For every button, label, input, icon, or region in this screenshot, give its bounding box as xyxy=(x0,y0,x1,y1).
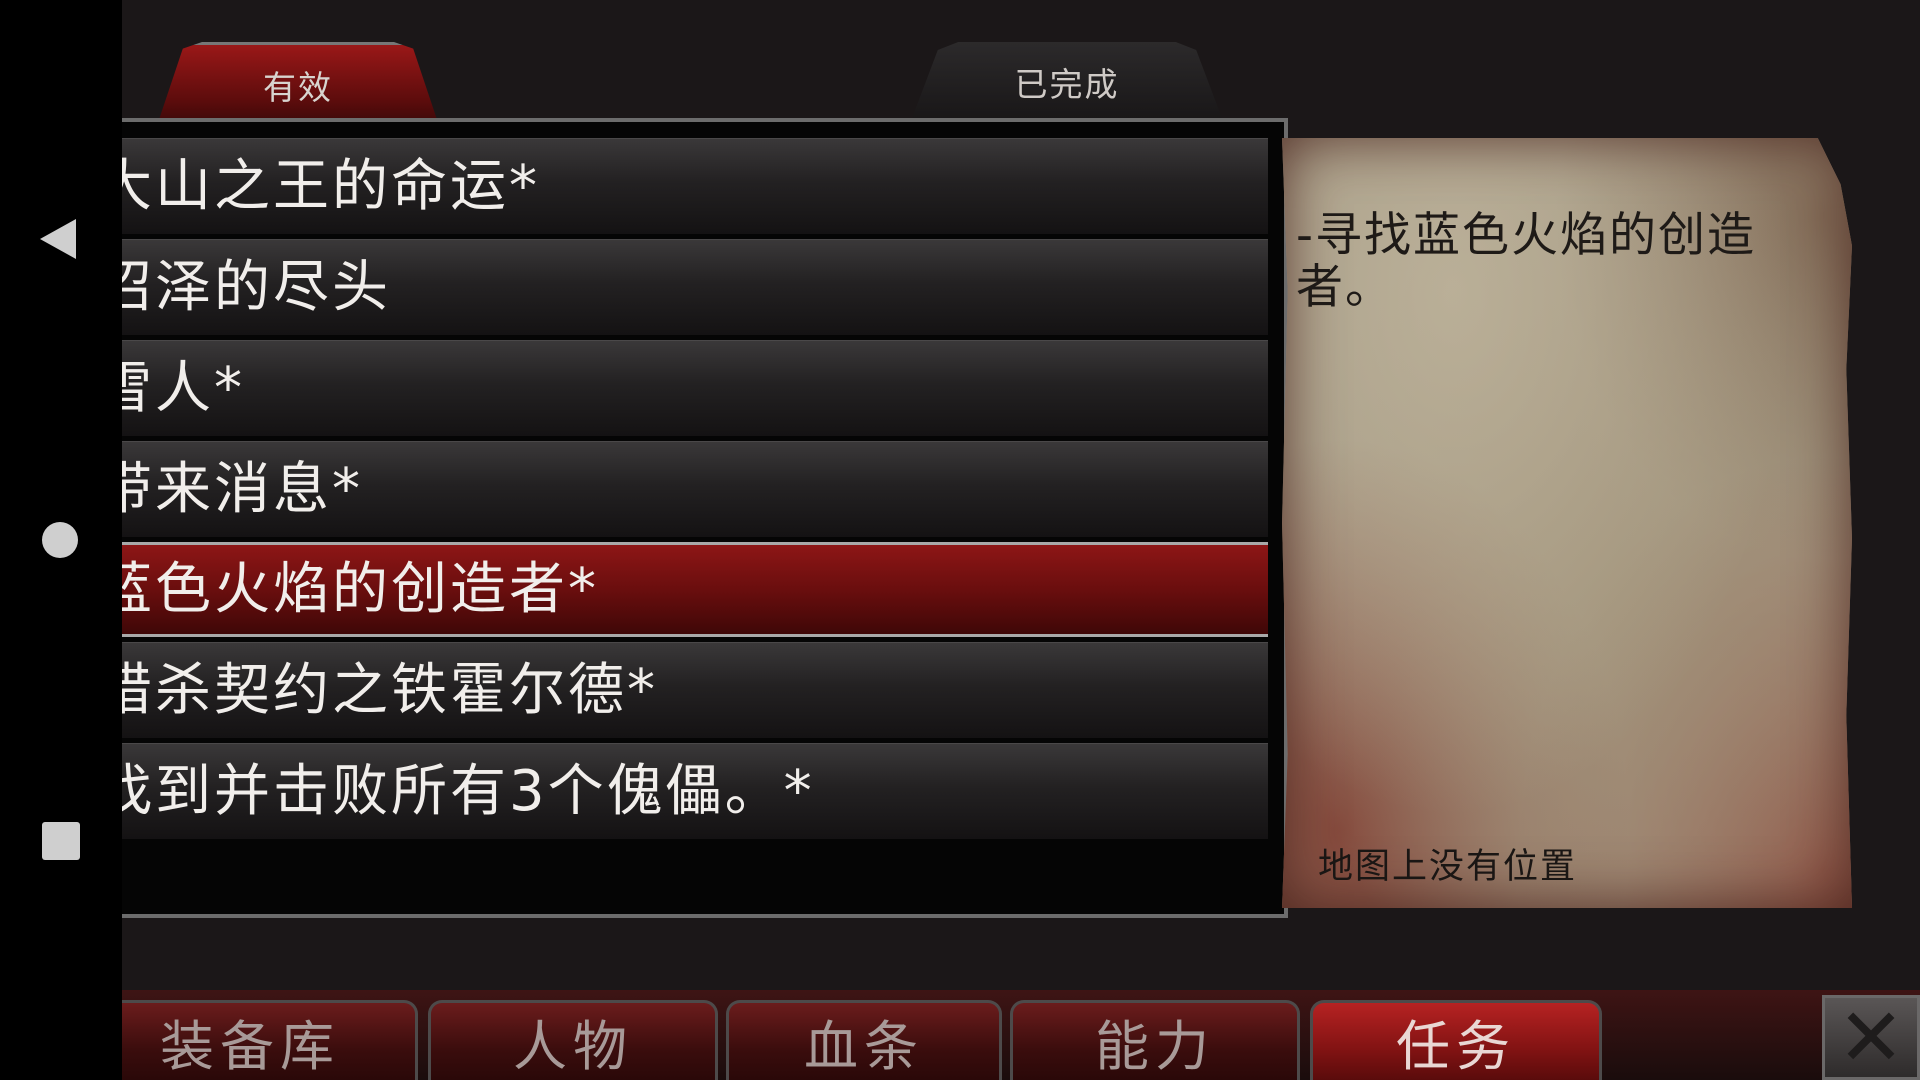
quest-title: 猎杀契约之铁霍尔德* xyxy=(122,658,658,723)
quest-journal-screen: 有效 已完成 大山之王的命运* 沼泽的尽头 雪人* 带来消息* 蓝色火焰的创造者… xyxy=(122,0,1920,1080)
tab-quests[interactable]: 任务 xyxy=(1310,1000,1602,1080)
quest-item[interactable]: 猎杀契约之铁霍尔德* xyxy=(122,642,1268,738)
quest-title: 雪人* xyxy=(122,356,245,421)
quest-item-selected[interactable]: 蓝色火焰的创造者* xyxy=(122,542,1268,637)
tab-character[interactable]: 人物 xyxy=(428,1000,718,1080)
tab-inventory[interactable]: 装备库 xyxy=(122,1000,418,1080)
close-button[interactable]: ✕ xyxy=(1822,991,1920,1080)
quest-item[interactable]: 雪人* xyxy=(122,340,1268,436)
quest-title: 沼泽的尽头 xyxy=(122,255,391,320)
system-navigation-bar xyxy=(0,0,122,1080)
quest-title: 蓝色火焰的创造者* xyxy=(122,557,599,622)
quest-title: 找到并击败所有3个傀儡。* xyxy=(122,759,815,824)
tab-health[interactable]: 血条 xyxy=(726,1000,1002,1080)
quest-item[interactable]: 带来消息* xyxy=(122,441,1268,537)
close-icon: ✕ xyxy=(1837,991,1905,1080)
quest-item[interactable]: 大山之王的命运* xyxy=(122,138,1268,234)
tab-character-label: 人物 xyxy=(513,1015,633,1078)
tab-abilities[interactable]: 能力 xyxy=(1010,1000,1300,1080)
tab-completed-quests[interactable]: 已完成 xyxy=(910,42,1224,122)
quest-title: 带来消息* xyxy=(122,457,363,522)
quest-title: 大山之王的命运* xyxy=(122,154,540,219)
quest-item[interactable]: 沼泽的尽头 xyxy=(122,239,1268,335)
recents-icon[interactable] xyxy=(42,822,80,860)
quest-objective: -寻找蓝色火焰的创造者。 xyxy=(1296,208,1756,315)
quest-detail-parchment: -寻找蓝色火焰的创造者。 地图上没有位置 xyxy=(1282,138,1852,908)
quest-location-note: 地图上没有位置 xyxy=(1318,847,1578,887)
tab-inventory-label: 装备库 xyxy=(160,1015,340,1078)
tab-quests-label: 任务 xyxy=(1396,1015,1516,1078)
tab-active-quests[interactable]: 有效 xyxy=(157,42,439,125)
tab-active-label: 有效 xyxy=(263,68,333,107)
tab-abilities-label: 能力 xyxy=(1095,1015,1215,1078)
home-icon[interactable] xyxy=(42,522,78,558)
tab-completed-label: 已完成 xyxy=(1014,65,1120,104)
tab-health-label: 血条 xyxy=(804,1015,924,1078)
quest-list[interactable]: 大山之王的命运* 沼泽的尽头 雪人* 带来消息* 蓝色火焰的创造者* 猎杀契约之… xyxy=(122,138,1268,844)
quest-item[interactable]: 找到并击败所有3个傀儡。* xyxy=(122,743,1268,839)
back-icon[interactable] xyxy=(40,219,76,259)
